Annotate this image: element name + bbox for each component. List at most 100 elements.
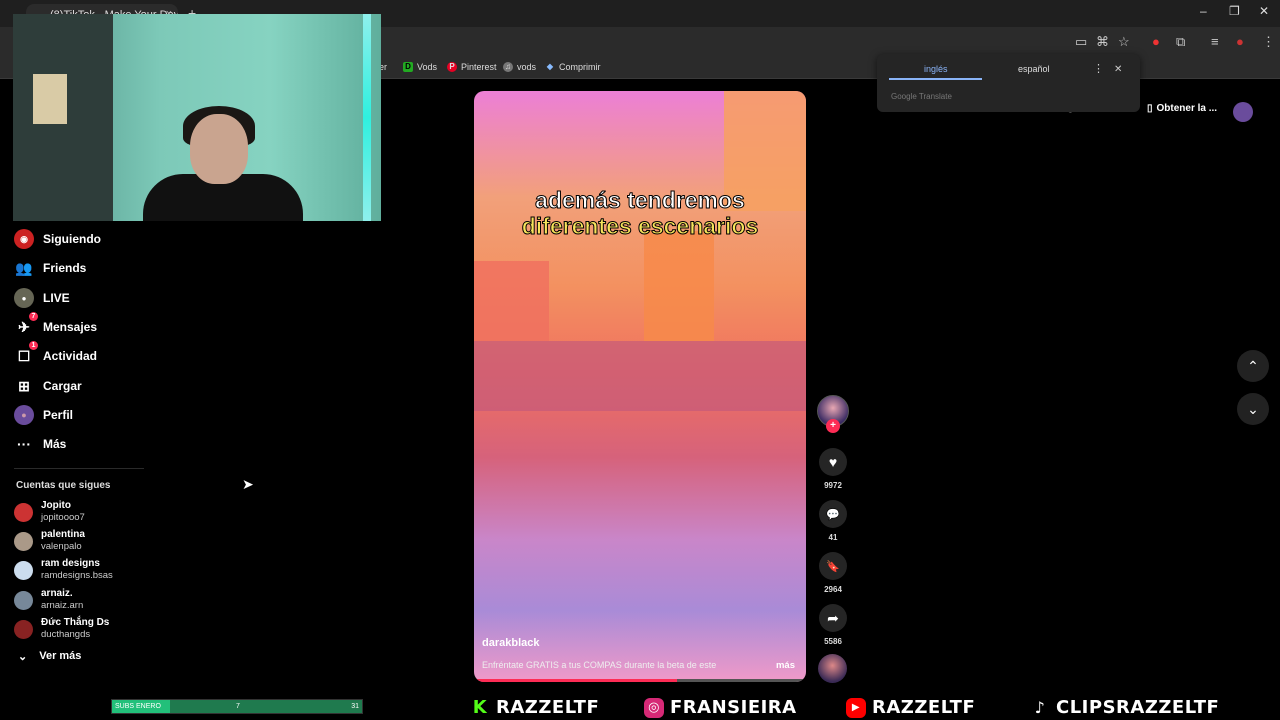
extension-icon[interactable]: ● — [1152, 34, 1160, 49]
social-handle: ♪ CLIPSRAZZELTF — [1030, 697, 1219, 718]
video-caption-line-2: diferentes escenarios — [521, 213, 759, 240]
nav-label: Siguiendo — [43, 232, 101, 246]
nav-upload[interactable]: ⊞ Cargar — [14, 376, 82, 396]
video-caption-line-1: además tendremos — [535, 187, 746, 214]
nav-label: Perfil — [43, 408, 74, 422]
user-avatar[interactable] — [1233, 102, 1253, 122]
save-count: 2964 — [824, 585, 842, 594]
follow-button[interactable]: + — [826, 419, 840, 433]
instagram-icon: ◎ — [644, 697, 664, 718]
music-disc-avatar[interactable] — [818, 654, 847, 683]
vods-icon: D — [403, 62, 413, 72]
next-video-button[interactable]: ⌄ — [1237, 393, 1269, 425]
live-icon: ● — [14, 288, 34, 308]
youtube-icon: ▶ — [846, 697, 866, 718]
following-accounts-title: Cuentas que sigues — [16, 480, 111, 491]
more-description-button[interactable]: más — [776, 660, 795, 671]
close-window-button[interactable]: ✕ — [1259, 4, 1269, 18]
activity-badge: 1 — [29, 341, 38, 350]
get-app-button[interactable]: ▯ Obtener la ... — [1147, 103, 1217, 114]
nav-label: Friends — [43, 261, 87, 275]
account-item[interactable]: arnaiz. arnaiz.arn — [14, 588, 83, 612]
nav-activity[interactable]: ☐ 1 Actividad — [14, 341, 98, 366]
share-action[interactable]: ➦ 5586 — [817, 604, 849, 646]
mouse-cursor-icon: ➤ — [242, 476, 254, 492]
translate-footer: Google Translate — [891, 92, 952, 101]
wanted-poster-image — [33, 74, 67, 124]
subs-current: 7 — [236, 703, 240, 710]
cast-icon[interactable]: ▭ — [1075, 34, 1087, 50]
share-count: 5586 — [824, 637, 842, 646]
video-progress-bar[interactable] — [474, 679, 806, 682]
friends-icon: 👥 — [15, 259, 33, 276]
extensions-puzzle-icon[interactable]: ⧉ — [1176, 34, 1185, 50]
like-count: 9972 — [824, 481, 842, 490]
video-author[interactable]: darakblack — [482, 637, 539, 649]
save-action[interactable]: 🔖 2964 — [817, 552, 849, 594]
close-icon[interactable]: ✕ — [1114, 64, 1122, 75]
comment-count: 41 — [828, 533, 838, 542]
chevron-down-icon: ⌄ — [1247, 400, 1259, 417]
bookmark-item[interactable]: D Vods — [403, 62, 437, 72]
vods-music-icon: ♫ — [503, 62, 513, 72]
translate-icon[interactable]: ⌘ — [1096, 34, 1109, 50]
nav-live[interactable]: ● LIVE — [14, 288, 70, 308]
messages-badge: 7 — [29, 312, 38, 321]
minimize-button[interactable]: – — [1200, 4, 1207, 18]
nav-label: Mensajes — [43, 320, 98, 334]
activity-icon: ☐ 1 — [14, 341, 38, 366]
account-item[interactable]: ram designs ramdesigns.bsas — [14, 558, 113, 582]
comment-action[interactable]: 💬 41 — [817, 500, 849, 542]
translate-menu-icon[interactable]: ⋮ — [1093, 62, 1104, 75]
chevron-down-icon: ⌄ — [18, 651, 28, 663]
phone-icon: ▯ — [1147, 103, 1153, 114]
account-item[interactable]: Đức Thắng Ds ducthangds — [14, 617, 109, 641]
nav-profile[interactable]: ● Perfil — [14, 405, 73, 425]
more-icon: ··· — [17, 436, 31, 452]
avatar — [14, 560, 33, 580]
social-handle: ◎ FRANSIEIRA — [644, 697, 797, 718]
nav-label: LIVE — [43, 291, 70, 305]
tab-source-language[interactable]: inglés — [924, 64, 948, 74]
kick-icon: K — [472, 696, 488, 718]
maximize-button[interactable]: ❐ — [1229, 4, 1240, 18]
nav-label: Cargar — [43, 379, 82, 393]
bookmark-item[interactable]: ♫ vods — [503, 62, 536, 72]
nav-more[interactable]: ··· Más — [14, 434, 66, 454]
profile-avatar-icon[interactable]: ● — [1236, 34, 1244, 49]
bookmark-item[interactable]: ◆ Comprimir — [545, 62, 601, 72]
comment-icon[interactable]: 💬 — [819, 500, 847, 528]
avatar — [14, 502, 33, 522]
bookmark-item[interactable]: P Pinterest — [447, 62, 497, 72]
previous-video-button[interactable]: ⌃ — [1237, 350, 1269, 382]
nav-following[interactable]: ◉ Siguiendo — [14, 229, 101, 249]
subs-goal-bar: SUBS ENERO 7 31 — [111, 699, 363, 714]
divider — [14, 468, 144, 469]
active-tab-indicator — [889, 78, 982, 80]
profile-icon: ● — [14, 405, 34, 425]
browser-menu-icon[interactable]: ⋮ — [1262, 34, 1275, 50]
account-item[interactable]: palentina valenpalo — [14, 529, 85, 553]
tab-target-language[interactable]: español — [1018, 64, 1050, 74]
video-description: Enfréntate GRATIS a tus COMPAS durante l… — [482, 660, 717, 670]
video-player[interactable]: además tendremos diferentes escenarios d… — [474, 91, 806, 682]
avatar — [14, 531, 33, 551]
like-action[interactable]: ♥ 9972 — [817, 448, 849, 490]
avatar — [14, 619, 33, 639]
nav-messages[interactable]: ✈ 7 Mensajes — [14, 312, 98, 337]
nav-friends[interactable]: 👥 Friends — [14, 258, 86, 278]
nav-label: Actividad — [43, 349, 98, 363]
account-item[interactable]: Jopito jopitoooo7 — [14, 500, 85, 524]
heart-icon[interactable]: ♥ — [819, 448, 847, 476]
diamond-icon: ◆ — [546, 62, 554, 71]
share-icon[interactable]: ➦ — [819, 604, 847, 632]
streamer-face — [190, 114, 248, 184]
subs-goal-label: SUBS ENERO — [115, 703, 161, 710]
social-handle: K RAZZELTF — [470, 697, 599, 718]
subs-goal-target: 31 — [351, 703, 359, 710]
see-more-button[interactable]: ⌄ Ver más — [18, 650, 81, 663]
reading-list-icon[interactable]: ≡ — [1211, 34, 1219, 49]
bookmark-star-icon[interactable]: ☆ — [1118, 34, 1130, 50]
upload-icon: ⊞ — [18, 377, 30, 394]
bookmark-icon[interactable]: 🔖 — [819, 552, 847, 580]
